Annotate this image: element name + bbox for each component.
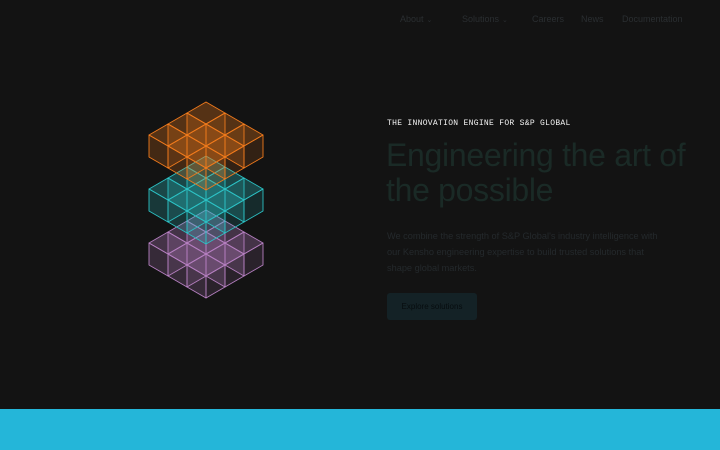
explore-solutions-button[interactable]: Explore solutions	[387, 293, 477, 320]
nav-item-label: Careers	[532, 14, 565, 24]
hero-cube-illustration	[70, 88, 335, 353]
isometric-cube-stack-icon	[148, 101, 264, 299]
hero-headline: Engineering the art of the possible	[386, 137, 686, 208]
nav-item-label: Documentation	[622, 14, 683, 24]
nav-item-careers[interactable]: Careers	[532, 14, 564, 24]
nav-item-solutions[interactable]: Solutions ⌄	[462, 14, 508, 24]
nav-item-about[interactable]: About ⌄	[400, 14, 432, 24]
nav-item-news[interactable]: News	[581, 14, 604, 24]
nav-item-label: News	[581, 14, 604, 24]
nav-item-documentation[interactable]: Documentation	[622, 14, 683, 24]
accent-band	[0, 409, 720, 450]
nav-item-label: About	[400, 14, 424, 24]
hero-description: We combine the strength of S&P Global's …	[387, 231, 658, 273]
chevron-down-icon: ⌄	[502, 17, 508, 24]
top-navigation: About ⌄ Solutions ⌄ Careers News Documenta…	[0, 0, 720, 40]
hero-eyebrow: THE INNOVATION ENGINE FOR S&P GLOBAL	[387, 119, 571, 128]
nav-item-label: Solutions	[462, 14, 500, 24]
chevron-down-icon: ⌄	[426, 17, 433, 24]
